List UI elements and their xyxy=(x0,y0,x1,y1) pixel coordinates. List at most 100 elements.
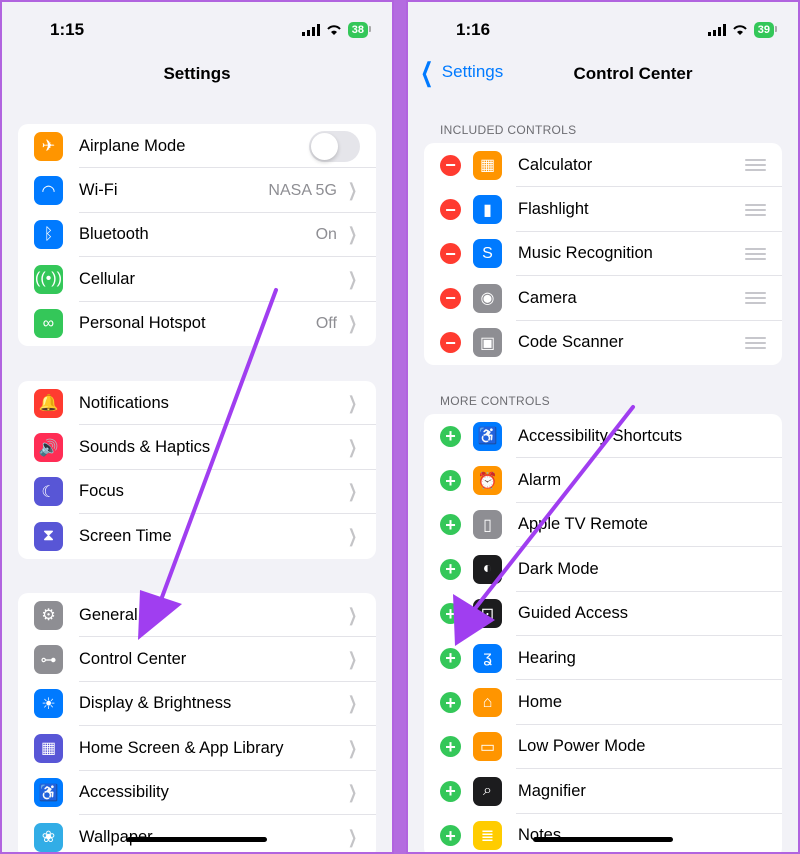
control-row-camera: − ◉ Camera xyxy=(424,276,782,321)
dark-mode-icon: ◐ xyxy=(473,554,502,584)
reorder-handle-icon[interactable] xyxy=(745,292,766,305)
add-control-button[interactable]: + xyxy=(440,647,461,669)
reorder-handle-icon[interactable] xyxy=(745,336,766,349)
control-row-home: + ⌂ Home xyxy=(424,680,782,725)
remove-control-button[interactable]: − xyxy=(440,332,461,354)
remove-control-button[interactable]: − xyxy=(440,199,461,221)
settings-row-notifications[interactable]: 🔔 Notifications ❯ xyxy=(18,381,376,426)
battery-indicator: 39 xyxy=(753,22,778,38)
cellular-icon: ((•)) xyxy=(34,264,63,294)
control-row-flashlight: − ▮ Flashlight xyxy=(424,187,782,232)
control-label: Guided Access xyxy=(518,604,629,623)
control-label: Calculator xyxy=(518,155,593,174)
chevron-right-icon: ❯ xyxy=(347,224,357,245)
row-value: Off xyxy=(315,314,337,332)
home-icon: ⌂ xyxy=(473,688,502,718)
gear-icon: ⚙ xyxy=(34,600,63,630)
row-label: Focus xyxy=(79,482,124,501)
control-label: Music Recognition xyxy=(518,244,653,263)
row-label: Screen Time xyxy=(79,526,172,545)
add-control-button[interactable]: + xyxy=(440,780,461,802)
add-control-button[interactable]: + xyxy=(440,603,461,625)
control-label: Hearing xyxy=(518,648,576,667)
connectivity-group: ✈ Airplane Mode ◠ Wi-Fi NASA 5G ❯ ᛒ Bluetooth On… xyxy=(18,124,376,346)
page-title: Control Center xyxy=(573,64,693,83)
control-label: Accessibility Shortcuts xyxy=(518,426,683,445)
included-controls-group: − ▦ Calculator − ▮ Flashlight − S Music Recognit… xyxy=(424,143,782,365)
status-bar: 1:16 39 xyxy=(408,16,798,44)
shazam-icon: S xyxy=(473,239,502,269)
add-control-button[interactable]: + xyxy=(440,425,461,447)
home-indicator[interactable] xyxy=(127,837,267,842)
chevron-right-icon: ❯ xyxy=(347,693,357,714)
screen-time-icon: ⧗ xyxy=(34,521,63,551)
alarm-icon: ⏰ xyxy=(473,466,502,496)
control-row-calculator: − ▦ Calculator xyxy=(424,143,782,188)
status-icons: 39 xyxy=(707,22,778,38)
settings-screen: 1:15 38 Settings ✈ Airplane Mode ◠ Wi-Fi NAS… xyxy=(0,0,394,854)
settings-row-focus[interactable]: ☾ Focus ❯ xyxy=(18,470,376,515)
settings-row-accessibility[interactable]: ♿ Accessibility ❯ xyxy=(18,771,376,815)
settings-row-wallpaper[interactable]: ❀ Wallpaper ❯ xyxy=(18,815,376,852)
settings-row-sounds-haptics[interactable]: 🔊 Sounds & Haptics ❯ xyxy=(18,425,376,470)
add-control-button[interactable]: + xyxy=(440,514,461,536)
add-control-button[interactable]: + xyxy=(440,736,461,758)
settings-row-personal-hotspot[interactable]: ∞ Personal Hotspot Off ❯ xyxy=(18,302,376,346)
airplane-mode-toggle[interactable] xyxy=(309,130,360,162)
navigation-bar: Settings xyxy=(2,54,392,94)
settings-row-display-brightness[interactable]: ☀ Display & Brightness ❯ xyxy=(18,682,376,727)
row-label: Notifications xyxy=(79,393,169,412)
control-row-magnifier: + ⌕ Magnifier xyxy=(424,769,782,814)
control-label: Low Power Mode xyxy=(518,737,646,756)
control-row-guided-access: + ⊡ Guided Access xyxy=(424,592,782,636)
row-label: Cellular xyxy=(79,269,135,288)
remove-control-button[interactable]: − xyxy=(440,154,461,176)
row-label: Accessibility xyxy=(79,783,169,802)
status-time: 1:15 xyxy=(50,20,85,39)
row-label: Airplane Mode xyxy=(79,136,186,155)
status-time: 1:16 xyxy=(456,20,491,39)
chevron-right-icon: ❯ xyxy=(347,313,357,334)
settings-row-screen-time[interactable]: ⧗ Screen Time ❯ xyxy=(18,514,376,558)
control-row-notes: + ≣ Notes xyxy=(424,814,782,852)
control-label: Code Scanner xyxy=(518,333,624,352)
home-indicator[interactable] xyxy=(533,837,673,842)
wifi-status-icon xyxy=(733,25,747,35)
wifi-status-icon xyxy=(327,25,341,35)
control-row-dark-mode: + ◐ Dark Mode xyxy=(424,547,782,592)
settings-row-general[interactable]: ⚙ General ❯ xyxy=(18,593,376,638)
row-label: Home Screen & App Library xyxy=(79,738,284,757)
chevron-right-icon: ❯ xyxy=(347,437,357,458)
settings-row-bluetooth[interactable]: ᛒ Bluetooth On ❯ xyxy=(18,213,376,258)
control-row-hearing: + ʓ Hearing xyxy=(424,636,782,681)
battery-indicator: 38 xyxy=(347,22,372,38)
reorder-handle-icon[interactable] xyxy=(745,247,766,260)
remove-control-button[interactable]: − xyxy=(440,243,461,265)
settings-row-control-center[interactable]: ⊶ Control Center ❯ xyxy=(18,637,376,682)
battery-icon: ▭ xyxy=(473,732,502,762)
wallpaper-icon: ❀ xyxy=(34,822,63,852)
row-label: Display & Brightness xyxy=(79,694,232,713)
reorder-handle-icon[interactable] xyxy=(745,159,766,172)
settings-row-cellular[interactable]: ((•)) Cellular ❯ xyxy=(18,257,376,302)
hotspot-icon: ∞ xyxy=(34,309,63,339)
reorder-handle-icon[interactable] xyxy=(745,203,766,216)
lock-icon: ⊡ xyxy=(473,599,502,629)
calculator-icon: ▦ xyxy=(473,150,502,180)
chevron-right-icon: ❯ xyxy=(347,268,357,289)
notifications-group: 🔔 Notifications ❯ 🔊 Sounds & Haptics ❯ ☾ Focus ❯… xyxy=(18,381,376,559)
more-controls-group: + ♿ Accessibility Shortcuts + ⏰ Alarm + ▯ Apple … xyxy=(424,414,782,852)
chevron-right-icon: ❯ xyxy=(347,782,357,803)
add-control-button[interactable]: + xyxy=(440,692,461,714)
settings-row-home-screen-app-library[interactable]: ▦ Home Screen & App Library ❯ xyxy=(18,726,376,771)
chevron-right-icon: ❯ xyxy=(347,604,357,625)
add-control-button[interactable]: + xyxy=(440,825,461,847)
settings-row-wi-fi[interactable]: ◠ Wi-Fi NASA 5G ❯ xyxy=(18,168,376,213)
notes-icon: ≣ xyxy=(473,821,502,851)
remove-control-button[interactable]: − xyxy=(440,287,461,309)
home-screen-icon: ▦ xyxy=(34,733,63,763)
add-control-button[interactable]: + xyxy=(440,558,461,580)
more-controls-header: MORE CONTROLS xyxy=(440,394,550,408)
settings-row-airplane-mode[interactable]: ✈ Airplane Mode xyxy=(18,124,376,169)
add-control-button[interactable]: + xyxy=(440,470,461,492)
